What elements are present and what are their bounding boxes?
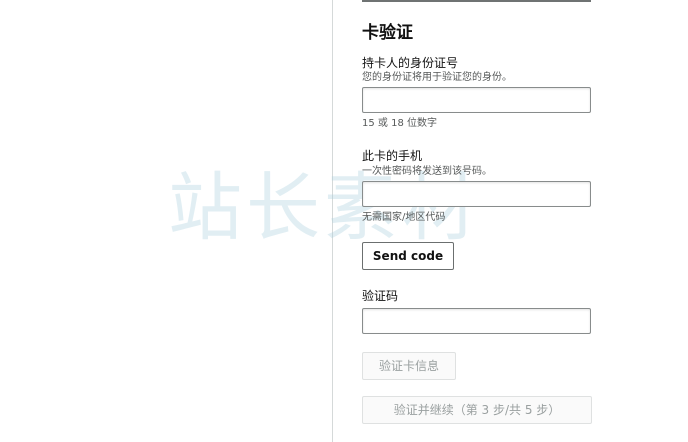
previous-field-border <box>362 0 591 2</box>
column-divider <box>332 0 333 442</box>
verification-code-input[interactable] <box>362 308 591 334</box>
verify-and-continue-button[interactable]: 验证并继续（第 3 步/共 5 步） <box>362 396 592 424</box>
phone-format-note: 无需国家/地区代码 <box>362 212 446 223</box>
phone-input[interactable] <box>362 181 591 207</box>
id-number-hint: 您的身份证将用于验证您的身份。 <box>362 72 512 83</box>
id-number-format-note: 15 或 18 位数字 <box>362 118 437 129</box>
verify-card-button[interactable]: 验证卡信息 <box>362 352 456 380</box>
phone-label: 此卡的手机 <box>362 149 423 163</box>
id-number-input[interactable] <box>362 87 591 113</box>
verification-code-label: 验证码 <box>362 289 399 303</box>
send-code-button[interactable]: Send code <box>362 242 454 270</box>
id-number-label: 持卡人的身份证号 <box>362 56 459 70</box>
phone-hint: 一次性密码将发送到该号码。 <box>362 166 492 177</box>
section-title: 卡验证 <box>362 23 413 43</box>
